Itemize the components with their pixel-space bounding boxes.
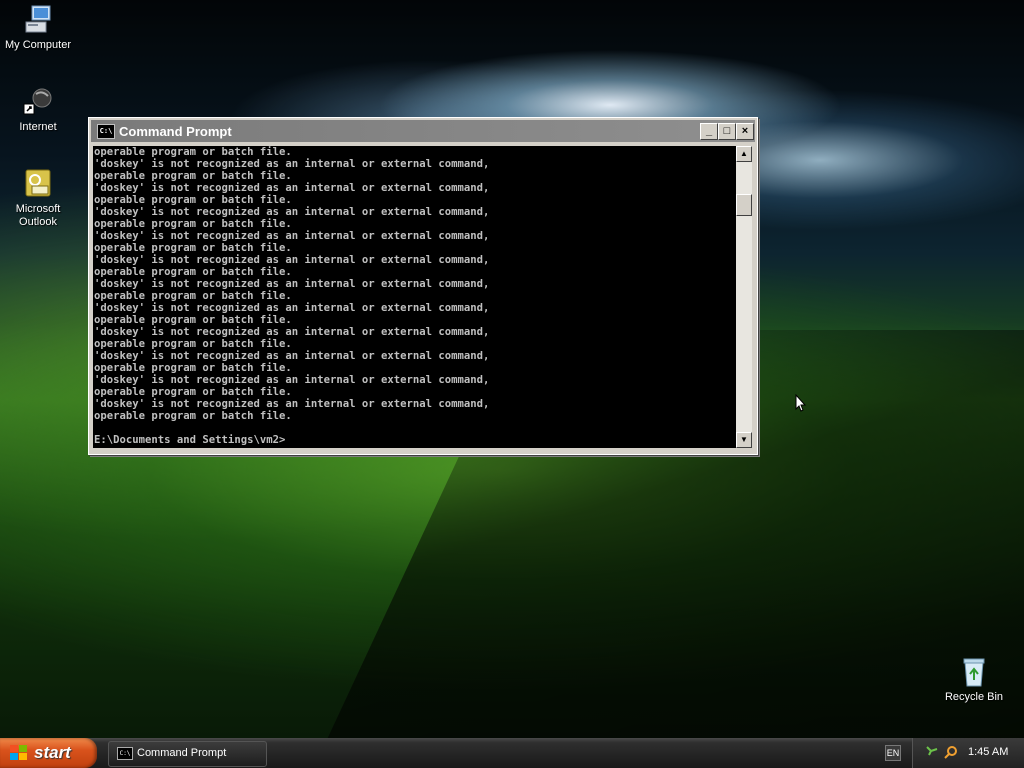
desktop-icon-label: Internet (19, 121, 57, 133)
my-computer-icon (22, 4, 54, 36)
window-titlebar[interactable]: C:\ Command Prompt _ □ × (91, 120, 755, 142)
console-line: operable program or batch file. (94, 242, 292, 254)
command-prompt-icon: C:\ (97, 124, 115, 139)
command-prompt-window[interactable]: C:\ Command Prompt _ □ × operable progra… (88, 117, 758, 455)
console-line: E:\Documents and Settings\vm2> (94, 434, 286, 446)
desktop-icon-label: Microsoft Outlook (15, 203, 61, 228)
console-line: 'doskey' is not recognized as an interna… (94, 302, 490, 314)
console-line: 'doskey' is not recognized as an interna… (94, 158, 490, 170)
console-line: operable program or batch file. (94, 266, 292, 278)
outlook-icon (22, 168, 54, 200)
console-line: operable program or batch file. (94, 170, 292, 182)
console-line: 'doskey' is not recognized as an interna… (94, 398, 490, 410)
console-line: 'doskey' is not recognized as an interna… (94, 230, 490, 242)
console-line: 'doskey' is not recognized as an interna… (94, 182, 490, 194)
maximize-button[interactable]: □ (718, 123, 736, 140)
console-line: 'doskey' is not recognized as an interna… (94, 206, 490, 218)
console-line: operable program or batch file. (94, 194, 292, 206)
vertical-scrollbar[interactable]: ▲ ▼ (736, 146, 752, 448)
console-line: operable program or batch file. (94, 410, 292, 422)
console-line: operable program or batch file. (94, 362, 292, 374)
console-line: operable program or batch file. (94, 386, 292, 398)
start-label: start (34, 743, 71, 762)
desktop-icon-outlook[interactable]: Microsoft Outlook (0, 168, 76, 229)
clock[interactable]: 1:45 AM (968, 746, 1008, 758)
internet-icon (22, 86, 54, 118)
console-line: operable program or batch file. (94, 218, 292, 230)
console-line: 'doskey' is not recognized as an interna… (94, 326, 490, 338)
mouse-cursor-icon (795, 393, 807, 417)
scroll-thumb[interactable] (736, 194, 752, 216)
console-line: 'doskey' is not recognized as an interna… (94, 278, 490, 290)
console-line: 'doskey' is not recognized as an interna… (94, 350, 490, 362)
window-title: Command Prompt (119, 124, 232, 139)
start-button[interactable]: start (0, 738, 97, 768)
console-line: operable program or batch file. (94, 146, 292, 158)
taskbar-button-label: Command Prompt (137, 747, 227, 759)
scroll-down-button[interactable]: ▼ (736, 432, 752, 448)
command-prompt-icon: C:\ (117, 747, 133, 760)
console-line: operable program or batch file. (94, 314, 292, 326)
system-tray: 1:45 AM (912, 738, 1024, 768)
search-icon[interactable] (944, 745, 958, 762)
console-line: operable program or batch file. (94, 290, 292, 302)
desktop-icon-label: Recycle Bin (944, 691, 1004, 703)
taskbar: start C:\ Command Prompt EN 1:45 AM (0, 738, 1024, 768)
console-line: operable program or batch file. (94, 338, 292, 350)
network-icon[interactable] (925, 745, 939, 762)
desktop-icon-my-computer[interactable]: My Computer (0, 4, 76, 52)
desktop-icon-internet[interactable]: Internet (0, 86, 76, 134)
desktop-icon-label: My Computer (4, 39, 72, 51)
desktop-icon-recycle-bin[interactable]: Recycle Bin (936, 656, 1012, 704)
close-button[interactable]: × (736, 123, 754, 140)
console-output[interactable]: operable program or batch file.'doskey' … (93, 146, 736, 448)
taskbar-button-command-prompt[interactable]: C:\ Command Prompt (108, 741, 267, 767)
language-indicator[interactable]: EN (885, 745, 901, 761)
windows-flag-icon (10, 745, 28, 761)
recycle-bin-icon (958, 656, 990, 688)
console-line: 'doskey' is not recognized as an interna… (94, 254, 490, 266)
minimize-button[interactable]: _ (700, 123, 718, 140)
scroll-up-button[interactable]: ▲ (736, 146, 752, 162)
console-line: 'doskey' is not recognized as an interna… (94, 374, 490, 386)
